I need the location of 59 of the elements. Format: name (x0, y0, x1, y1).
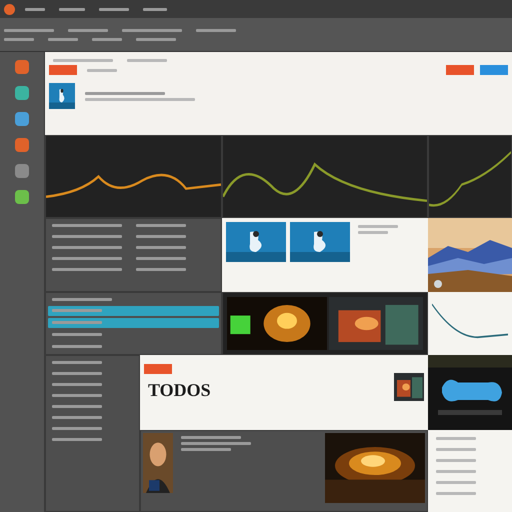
text-placeholder-bar (68, 28, 108, 32)
text-placeholder-bar (52, 298, 112, 301)
text-placeholder-bar (436, 481, 476, 484)
sidebar-icon[interactable] (15, 60, 29, 74)
sidebar-icon[interactable] (15, 190, 29, 204)
text-placeholder-bar (136, 235, 186, 238)
text-placeholder-bar (181, 448, 231, 451)
text-placeholder-bar (52, 361, 102, 364)
text-placeholder-bar (52, 416, 102, 419)
text-placeholder-bar (181, 442, 251, 445)
text-placeholder-bar (136, 38, 176, 40)
text-placeholder-bar (99, 8, 129, 10)
text-placeholder-bar (52, 333, 102, 336)
text-placeholder-bar (127, 59, 167, 62)
text-placeholder-bar (436, 492, 476, 495)
text-placeholder-bar (52, 321, 102, 324)
text-placeholder-bar (136, 268, 186, 271)
text-placeholder-bar (4, 38, 34, 40)
sidebar-icon[interactable] (15, 138, 29, 152)
text-placeholder-bar (181, 436, 241, 439)
text-placeholder-bar (25, 8, 45, 10)
text-placeholder-bar (52, 345, 102, 348)
sidebar-icon[interactable] (15, 112, 29, 126)
text-placeholder-bar (52, 427, 102, 430)
text-placeholder-bar (59, 8, 85, 10)
text-placeholder-bar (436, 448, 476, 451)
text-placeholder-bar (52, 394, 102, 397)
text-placeholder-bar (92, 38, 122, 40)
text-placeholder-bar (52, 438, 102, 441)
text-placeholder-bar (52, 268, 122, 271)
sidebar-icon[interactable] (15, 164, 29, 178)
text-placeholder-bar (52, 372, 102, 375)
text-placeholder-bar (358, 225, 398, 228)
text-placeholder-bar (196, 28, 236, 32)
feature-title: TODOS (148, 380, 211, 401)
text-placeholder-bar (136, 224, 186, 227)
sidebar-icon[interactable] (15, 86, 29, 100)
app-logo-icon (4, 4, 15, 14)
text-placeholder-bar (436, 459, 476, 462)
text-placeholder-bar (436, 470, 476, 473)
text-placeholder-bar (52, 257, 122, 260)
text-placeholder-bar (52, 235, 122, 238)
text-placeholder-bar (87, 68, 117, 72)
text-placeholder-bar (122, 28, 182, 32)
text-placeholder-bar (436, 437, 476, 440)
text-placeholder-bar (48, 38, 78, 40)
text-placeholder-bar (4, 28, 54, 32)
text-placeholder-bar (53, 59, 113, 62)
list-row[interactable] (48, 318, 219, 328)
list-row[interactable] (48, 306, 219, 316)
text-placeholder-bar (52, 246, 122, 249)
text-placeholder-bar (52, 309, 102, 312)
text-placeholder-bar (136, 257, 186, 260)
text-placeholder-bar (52, 224, 122, 227)
text-placeholder-bar (358, 231, 388, 234)
text-placeholder-bar (136, 246, 186, 249)
text-placeholder-bar (52, 405, 102, 408)
text-placeholder-bar (143, 8, 167, 10)
text-placeholder-bar (52, 383, 102, 386)
